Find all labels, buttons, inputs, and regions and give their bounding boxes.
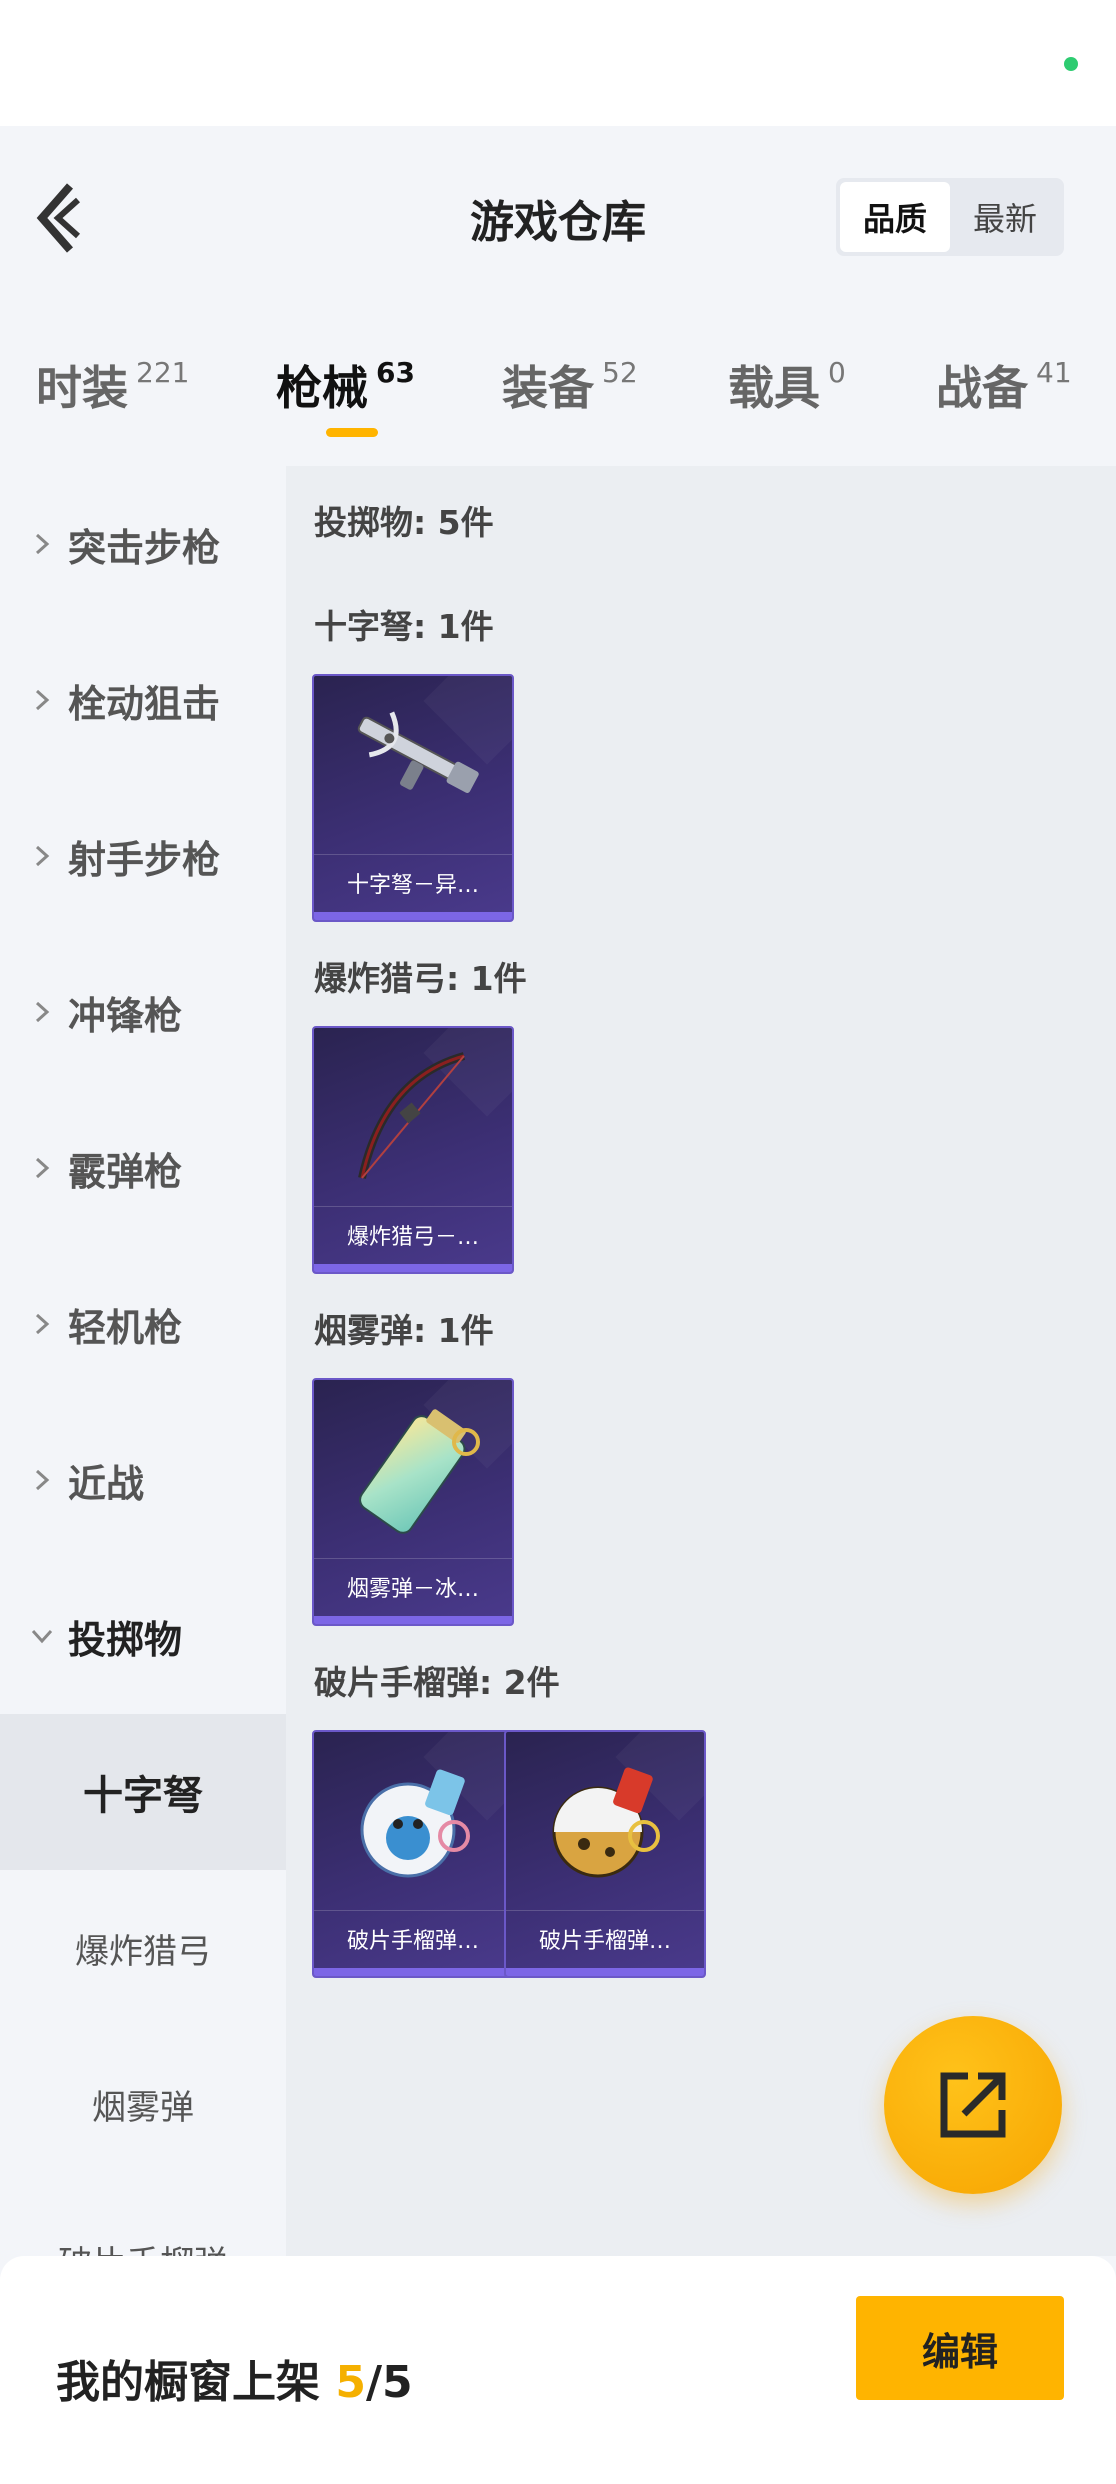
rarity-bar <box>314 1616 512 1624</box>
tab-label: 载具 <box>728 361 820 415</box>
chevron-right-icon <box>35 1001 50 1023</box>
sidebar-subitem-crossbow[interactable]: 十字弩 <box>0 1714 286 1870</box>
active-tab-indicator <box>326 428 378 437</box>
section-title-crossbow: 十字弩: 1件 <box>314 607 494 646</box>
item-card-label: 爆炸猎弓－… <box>314 1206 512 1262</box>
sidebar-item-assault-rifle[interactable]: 突击步枪 <box>0 466 286 622</box>
bottom-bar: 我的橱窗上架 5/5 编辑 <box>0 2256 1116 2484</box>
chevron-right-icon <box>35 533 50 555</box>
sidebar-item-label: 霰弹枪 <box>68 1149 183 1194</box>
sidebar-item-marksman-rifle[interactable]: 射手步枪 <box>0 778 286 934</box>
sidebar-item-smg[interactable]: 冲锋枪 <box>0 934 286 1090</box>
item-card[interactable]: 爆炸猎弓－… <box>312 1026 514 1274</box>
section-title-explosive-bow: 爆炸猎弓: 1件 <box>314 959 527 998</box>
showcase-total-count: /5 <box>365 2357 413 2408</box>
smoke-grenade-icon <box>359 1409 480 1534</box>
chevron-right-icon <box>35 845 50 867</box>
section-title-frag-grenade: 破片手榴弹: 2件 <box>314 1663 560 1702</box>
header: 游戏仓库 品质 最新 <box>0 126 1116 306</box>
rarity-bar <box>506 1968 704 1976</box>
frag-grenade-icon <box>552 1767 660 1878</box>
item-card-label: 十字弩－异… <box>314 854 512 910</box>
tab-vehicles[interactable]: 载具 0 <box>728 352 846 418</box>
sidebar-item-label: 投掷物 <box>68 1617 183 1662</box>
hunting-bow-icon <box>358 1052 466 1179</box>
rarity-bar <box>314 1968 512 1976</box>
tab-label: 战备 <box>936 361 1028 415</box>
tab-label: 时装 <box>36 361 128 415</box>
rarity-bar <box>314 912 512 920</box>
status-indicator-dot <box>1064 57 1078 71</box>
edit-button[interactable]: 编辑 <box>856 2296 1064 2400</box>
sidebar-item-shotgun[interactable]: 霰弹枪 <box>0 1090 286 1246</box>
chevron-right-icon <box>35 1469 50 1491</box>
tab-equipment[interactable]: 装备 52 <box>502 352 638 418</box>
showcase-used-count: 5 <box>335 2357 366 2408</box>
tab-count: 221 <box>136 356 190 389</box>
tab-fashion[interactable]: 时装 221 <box>36 352 189 418</box>
item-card-label: 破片手榴弹… <box>314 1910 512 1966</box>
sidebar-item-label: 轻机枪 <box>68 1305 183 1350</box>
chevron-right-icon <box>35 1313 50 1335</box>
crossbow-icon <box>357 711 479 793</box>
sidebar-subitem-frag-grenade[interactable]: 破片手榴弹 <box>0 2182 286 2257</box>
sort-toggle: 品质 最新 <box>836 178 1064 256</box>
sidebar-item-label: 冲锋枪 <box>68 993 183 1038</box>
sidebar-item-lmg[interactable]: 轻机枪 <box>0 1246 286 1402</box>
share-button[interactable] <box>884 2016 1062 2194</box>
status-bar <box>0 0 1116 126</box>
item-card-label: 烟雾弹－冰… <box>314 1558 512 1614</box>
item-card-label: 破片手榴弹… <box>506 1910 704 1966</box>
tab-combat-gear[interactable]: 战备 41 <box>936 352 1072 418</box>
sidebar-subitem-explosive-bow[interactable]: 爆炸猎弓 <box>0 1870 286 2026</box>
tab-count: 52 <box>602 356 638 389</box>
sidebar-subitem-smoke-grenade[interactable]: 烟雾弹 <box>0 2026 286 2182</box>
sort-quality-button[interactable]: 品质 <box>840 182 950 252</box>
tab-count: 63 <box>376 356 415 389</box>
sort-newest-button[interactable]: 最新 <box>950 182 1060 252</box>
sidebar-item-melee[interactable]: 近战 <box>0 1402 286 1558</box>
sidebar-item-label: 近战 <box>68 1461 145 1506</box>
frag-grenade-icon <box>360 1769 470 1878</box>
item-card[interactable]: 十字弩－异… <box>312 674 514 922</box>
tab-label: 装备 <box>502 361 594 415</box>
weapon-category-sidebar: 突击步枪 栓动狙击 射手步枪 冲锋枪 霰弹枪 轻机枪 近战 投掷物 十字弩 爆炸… <box>0 466 286 2256</box>
sidebar-item-label: 栓动狙击 <box>68 681 221 726</box>
chevron-right-icon <box>35 1157 50 1179</box>
share-external-icon <box>940 2072 1006 2138</box>
tab-label: 枪械 <box>276 361 368 415</box>
chevron-down-icon <box>31 1629 53 1644</box>
showcase-status: 我的橱窗上架 5/5 <box>56 2346 413 2410</box>
item-card[interactable]: 烟雾弹－冰… <box>312 1378 514 1626</box>
category-summary: 投掷物: 5件 <box>314 503 494 542</box>
section-title-smoke-grenade: 烟雾弹: 1件 <box>314 1311 494 1350</box>
sidebar-item-label: 射手步枪 <box>68 837 221 882</box>
rarity-bar <box>314 1264 512 1272</box>
chevron-right-icon <box>35 689 50 711</box>
tab-firearms[interactable]: 枪械 63 <box>276 352 415 418</box>
item-card[interactable]: 破片手榴弹… <box>504 1730 706 1978</box>
sidebar-item-bolt-sniper[interactable]: 栓动狙击 <box>0 622 286 778</box>
tab-count: 41 <box>1036 356 1072 389</box>
category-tabs: 时装 221 枪械 63 装备 52 载具 0 战备 41 <box>0 306 1116 466</box>
sidebar-item-label: 突击步枪 <box>68 525 221 570</box>
tab-count: 0 <box>828 356 846 389</box>
showcase-label: 我的橱窗上架 <box>56 2357 320 2408</box>
item-grid-panel: 投掷物: 5件 十字弩: 1件 十字弩－异… 爆炸猎弓: 1件 爆炸猎弓－… 烟… <box>286 466 1116 2256</box>
sidebar-item-throwables[interactable]: 投掷物 <box>0 1558 286 1714</box>
item-card[interactable]: 破片手榴弹… <box>312 1730 514 1978</box>
